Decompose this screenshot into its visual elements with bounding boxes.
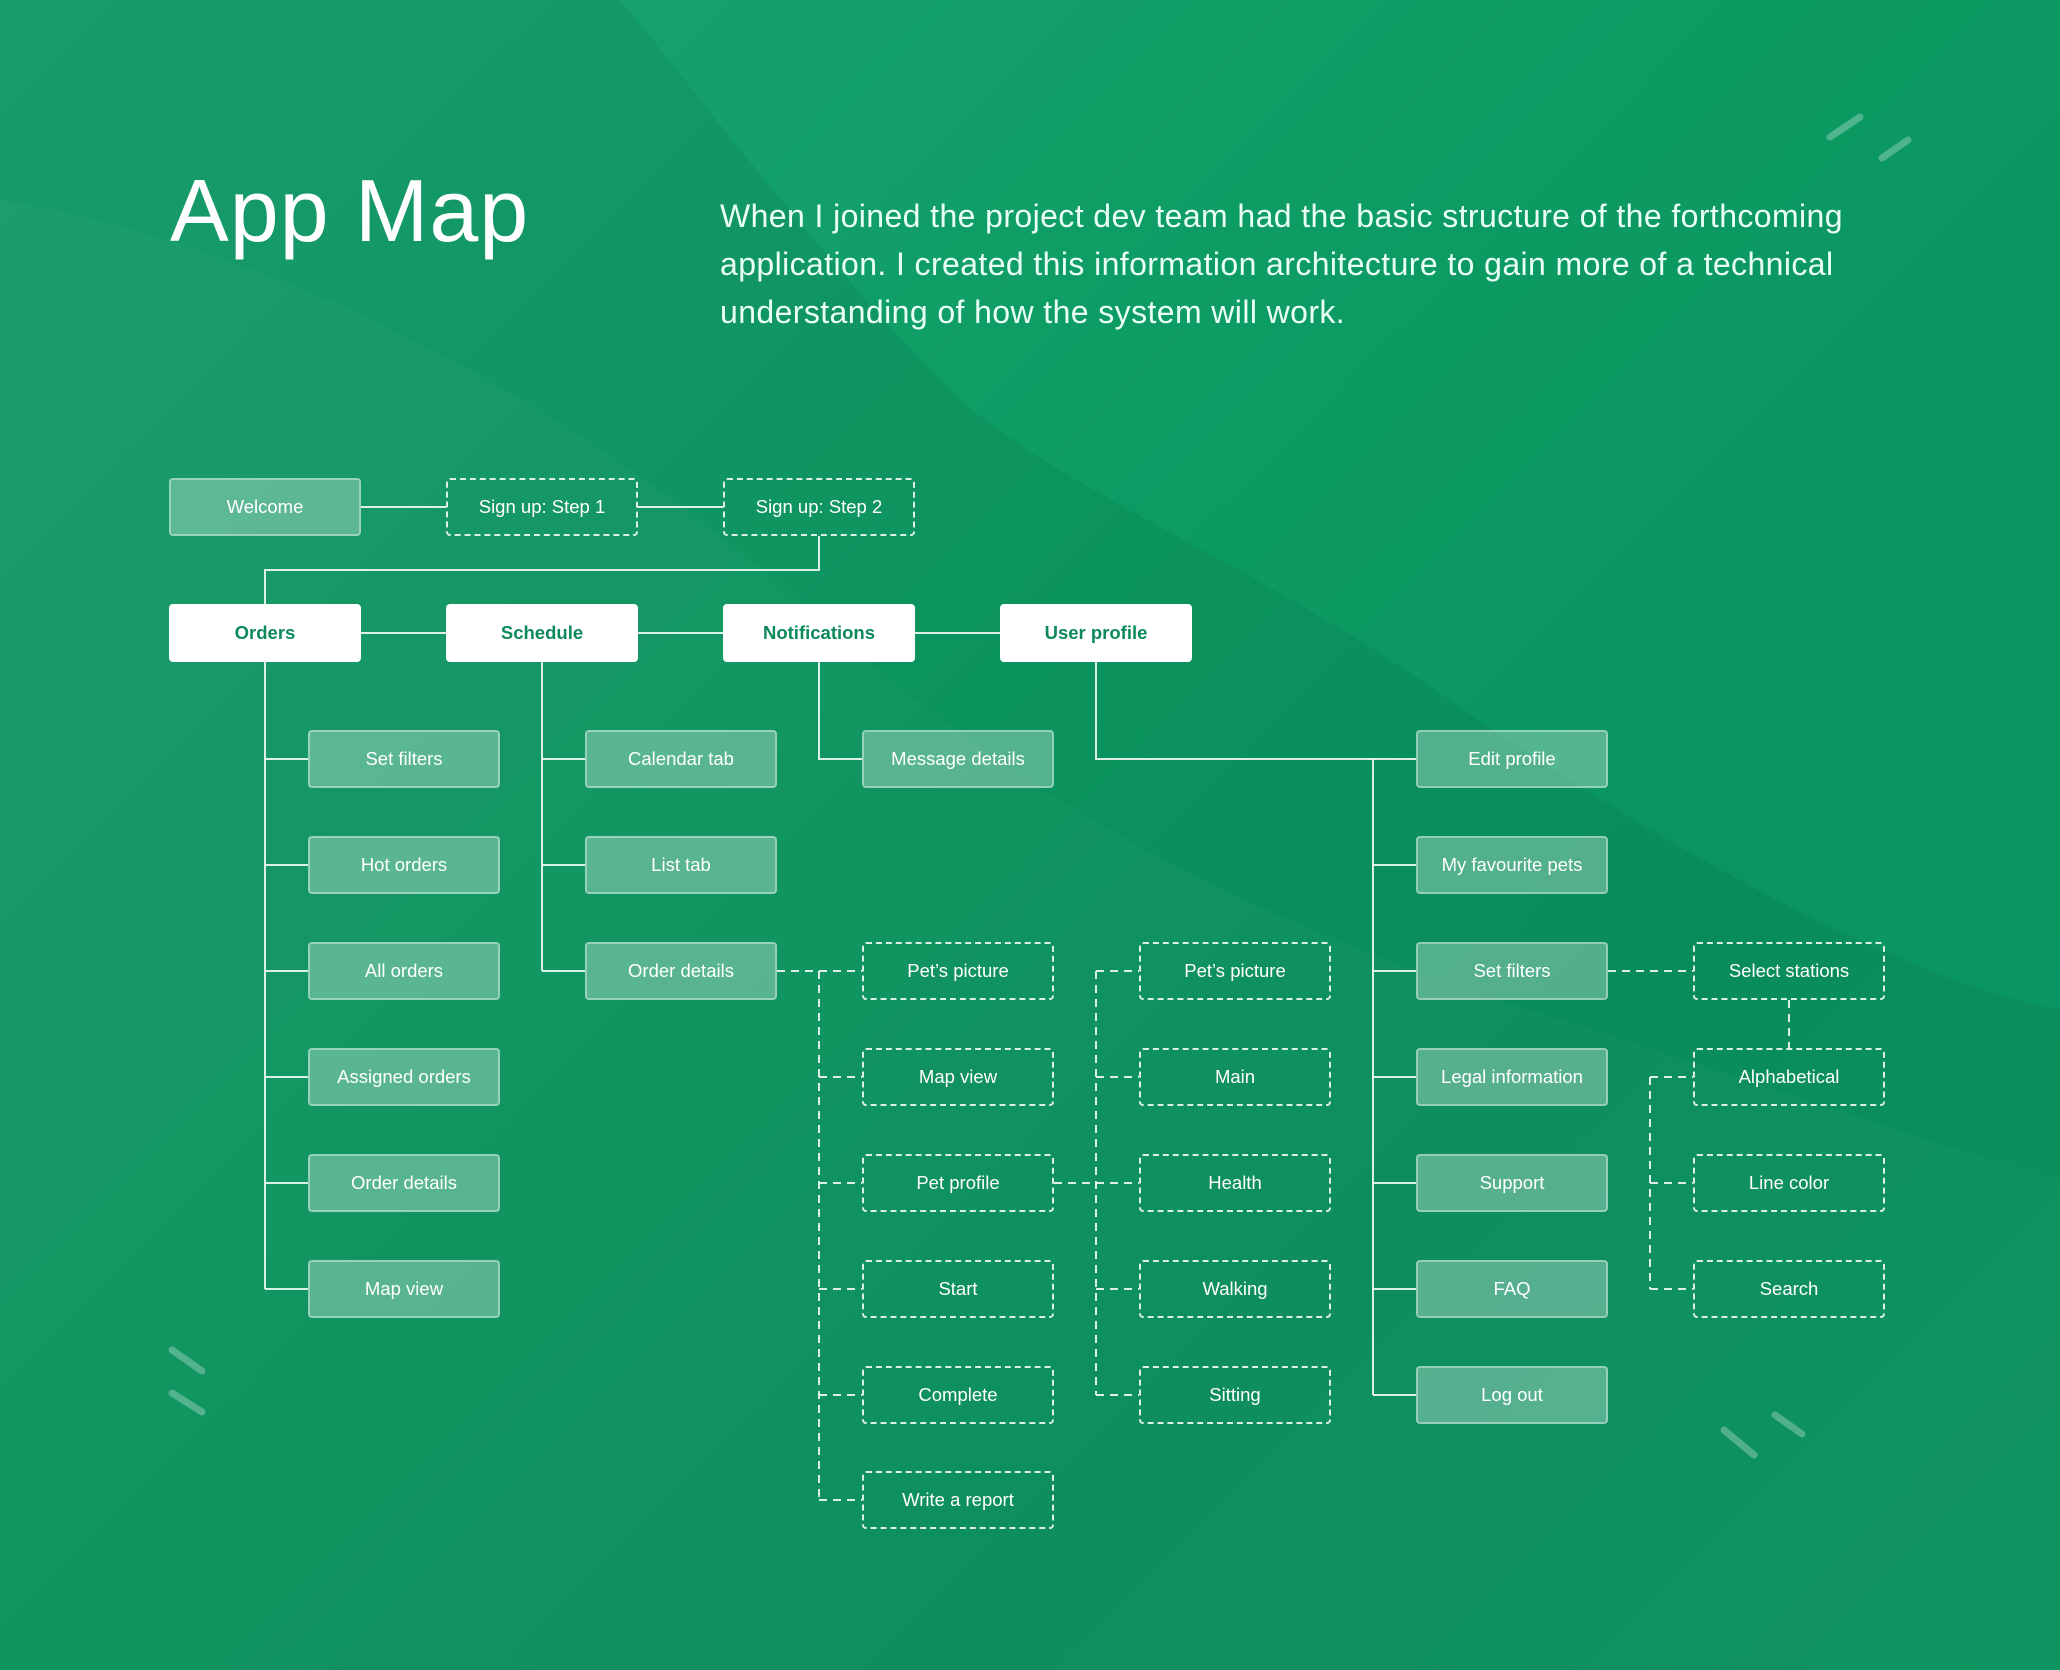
node-legal-information[interactable]: Legal information	[1416, 1048, 1608, 1106]
node-signup-step1[interactable]: Sign up: Step 1	[446, 478, 638, 536]
node-orders-map-view[interactable]: Map view	[308, 1260, 500, 1318]
node-od-pets-picture[interactable]: Pet’s picture	[862, 942, 1054, 1000]
node-up-set-filters[interactable]: Set filters	[1416, 942, 1608, 1000]
node-pp-health[interactable]: Health	[1139, 1154, 1331, 1212]
node-pp-main[interactable]: Main	[1139, 1048, 1331, 1106]
node-schedule[interactable]: Schedule	[446, 604, 638, 662]
node-my-favourite-pets[interactable]: My favourite pets	[1416, 836, 1608, 894]
node-search[interactable]: Search	[1693, 1260, 1885, 1318]
node-line-color[interactable]: Line color	[1693, 1154, 1885, 1212]
node-orders-set-filters[interactable]: Set filters	[308, 730, 500, 788]
node-pp-walking[interactable]: Walking	[1139, 1260, 1331, 1318]
node-signup-step2[interactable]: Sign up: Step 2	[723, 478, 915, 536]
node-pp-sitting[interactable]: Sitting	[1139, 1366, 1331, 1424]
node-log-out[interactable]: Log out	[1416, 1366, 1608, 1424]
node-message-details[interactable]: Message details	[862, 730, 1054, 788]
node-alphabetical[interactable]: Alphabetical	[1693, 1048, 1885, 1106]
node-assigned-orders[interactable]: Assigned orders	[308, 1048, 500, 1106]
node-od-complete[interactable]: Complete	[862, 1366, 1054, 1424]
node-orders[interactable]: Orders	[169, 604, 361, 662]
page-title: App Map	[170, 161, 530, 260]
page-intro: When I joined the project dev team had t…	[720, 198, 1843, 330]
node-hot-orders[interactable]: Hot orders	[308, 836, 500, 894]
node-calendar-tab[interactable]: Calendar tab	[585, 730, 777, 788]
node-support[interactable]: Support	[1416, 1154, 1608, 1212]
node-faq[interactable]: FAQ	[1416, 1260, 1608, 1318]
node-schedule-order-details[interactable]: Order details	[585, 942, 777, 1000]
node-pp-pets-picture[interactable]: Pet’s picture	[1139, 942, 1331, 1000]
node-select-stations[interactable]: Select stations	[1693, 942, 1885, 1000]
node-od-start[interactable]: Start	[862, 1260, 1054, 1318]
node-notifications[interactable]: Notifications	[723, 604, 915, 662]
node-all-orders[interactable]: All orders	[308, 942, 500, 1000]
node-od-write-report[interactable]: Write a report	[862, 1471, 1054, 1529]
node-edit-profile[interactable]: Edit profile	[1416, 730, 1608, 788]
node-user-profile[interactable]: User profile	[1000, 604, 1192, 662]
node-orders-order-details[interactable]: Order details	[308, 1154, 500, 1212]
node-list-tab[interactable]: List tab	[585, 836, 777, 894]
node-od-map-view[interactable]: Map view	[862, 1048, 1054, 1106]
node-welcome[interactable]: Welcome	[169, 478, 361, 536]
node-od-pet-profile[interactable]: Pet profile	[862, 1154, 1054, 1212]
